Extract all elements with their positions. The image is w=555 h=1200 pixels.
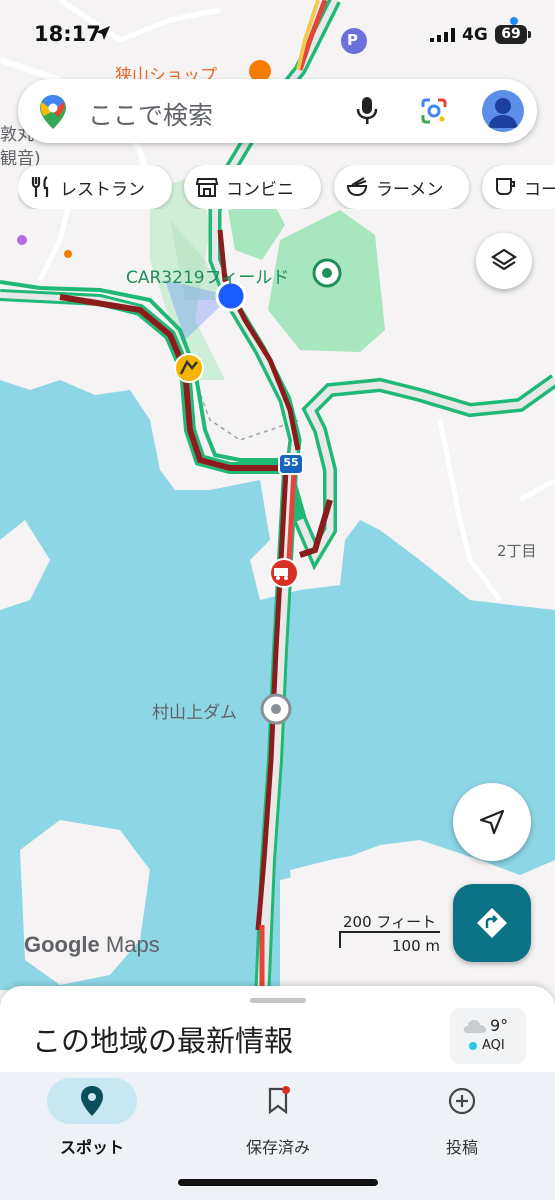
chip-label: レストラン [60, 179, 145, 200]
user-avatar[interactable] [482, 90, 524, 132]
google-maps-logo: Google Maps [24, 932, 160, 958]
map-label-field[interactable]: CAR3219フィールド [126, 263, 289, 288]
weather-aqi: AQI [482, 1038, 505, 1053]
nav-post[interactable]: 投稿 [397, 1078, 527, 1168]
logo-google-text: Google [24, 932, 100, 957]
nav-label: 保存済み [245, 1138, 310, 1157]
chip-ramen[interactable]: ラーメン [334, 165, 469, 209]
status-bar: 18:17 4G 69 [0, 0, 555, 70]
nav-label: 投稿 [445, 1138, 478, 1157]
google-lens-icon[interactable] [420, 97, 448, 125]
location-arrow-icon [96, 26, 110, 40]
chip-label: コンビニ [226, 179, 294, 200]
map-label-district: 2丁目 [497, 542, 537, 560]
home-indicator[interactable] [178, 1179, 378, 1186]
logo-maps-text: Maps [105, 932, 160, 957]
sheet-drag-handle[interactable] [250, 998, 306, 1003]
person-icon [488, 98, 518, 128]
battery-level: 69 [495, 25, 527, 44]
navigation-arrow-icon [479, 809, 505, 835]
nav-spot[interactable]: スポット [27, 1078, 157, 1168]
sheet-title: この地域の最新情報 [32, 1024, 294, 1058]
ramen-icon [346, 177, 368, 197]
battery-icon [528, 31, 531, 38]
privacy-dot [510, 17, 518, 25]
nav-saved[interactable]: 保存済み [213, 1078, 343, 1168]
fork-knife-icon [31, 176, 49, 197]
chip-restaurant[interactable]: レストラン [18, 165, 172, 209]
scale-feet: 200 フィート [343, 913, 437, 931]
nav-spot-indicator [47, 1078, 137, 1124]
search-input[interactable]: ここで検索 [88, 96, 213, 132]
layers-button[interactable] [476, 233, 532, 289]
coffee-icon [496, 178, 515, 195]
location-pin-icon [81, 1086, 103, 1116]
microphone-icon[interactable] [356, 97, 378, 125]
map-scale: 200 フィート 100 m [340, 911, 440, 955]
map-label-dam[interactable]: 村山上ダム [152, 698, 237, 723]
store-icon [196, 178, 218, 197]
bookmark-icon [268, 1086, 290, 1115]
chip-label: コー [524, 179, 555, 200]
google-maps-pin-icon [40, 95, 66, 129]
chip-coffee[interactable]: コー [482, 165, 555, 209]
construction-icon [174, 353, 204, 383]
nav-label: スポット [59, 1138, 124, 1157]
status-time: 18:17 [34, 22, 101, 46]
directions-icon [477, 908, 507, 938]
add-circle-icon [448, 1087, 476, 1115]
network-type: 4G [462, 25, 488, 45]
chip-label: ラーメン [376, 179, 444, 200]
aqi-status-dot [469, 1042, 477, 1050]
route-55-label: 55 [283, 456, 299, 469]
weather-widget[interactable]: 9° AQI [450, 1008, 526, 1064]
my-location-button[interactable] [453, 783, 531, 861]
category-chips: レストラン コンビニ ラーメン コー [18, 165, 555, 209]
scale-meters: 100 m [392, 937, 441, 955]
cloud-icon [463, 1020, 486, 1033]
layers-icon [490, 248, 518, 271]
search-bar[interactable]: ここで検索 [18, 79, 537, 143]
chip-convenience-store[interactable]: コンビニ [184, 165, 321, 209]
weather-temp: 9° [490, 1016, 509, 1035]
signal-icon [430, 28, 455, 42]
directions-button[interactable] [453, 884, 531, 962]
bottom-sheet[interactable]: この地域の最新情報 9° AQI [0, 986, 555, 1086]
